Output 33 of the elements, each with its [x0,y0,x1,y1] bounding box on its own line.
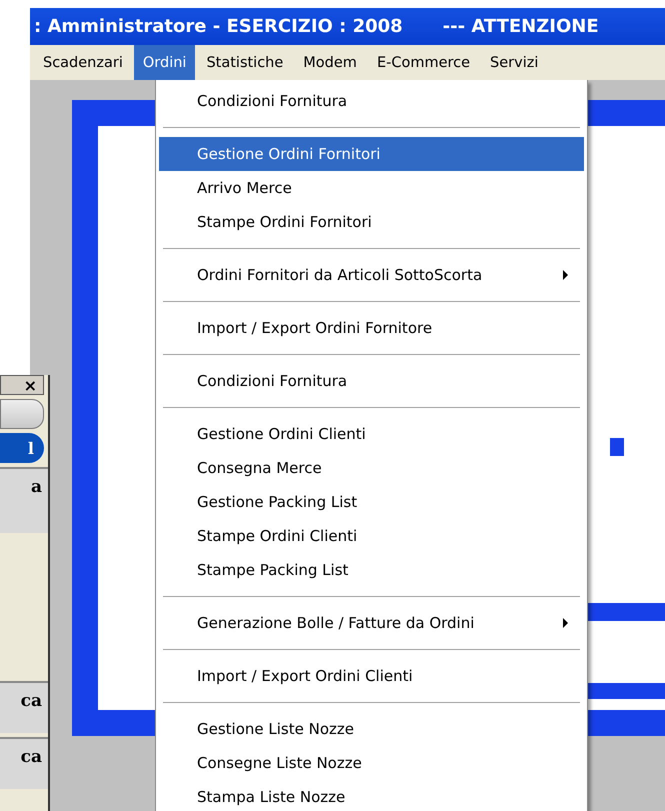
menu-option[interactable]: Stampa Liste Nozze [159,780,584,811]
side-button[interactable] [0,399,44,429]
side-row: ca [0,681,48,733]
menu-option[interactable]: Condizioni Fornitura [159,364,584,398]
side-row: ca [0,737,48,789]
menu-item[interactable]: Scadenzari [34,45,132,80]
menu-option[interactable]: Import / Export Ordini Clienti [159,659,584,693]
title-notice: --- ATTENZIONE [442,16,599,37]
submenu-arrow-icon [563,270,568,280]
submenu-arrow-icon [563,618,568,628]
menu-option[interactable]: Gestione Packing List [159,485,584,519]
menu-option[interactable]: Arrivo Merce [159,171,584,205]
side-tab[interactable]: l [0,433,44,463]
side-row: a [0,467,48,533]
menu-item[interactable]: E-Commerce [368,45,480,80]
menu-option[interactable]: Stampe Packing List [159,553,584,587]
menu-option[interactable]: Condizioni Fornitura [159,84,584,118]
menu-item[interactable]: Modem [294,45,366,80]
menu-item[interactable]: Servizi [481,45,548,80]
menu-option[interactable]: Gestione Liste Nozze [159,712,584,746]
menu-item[interactable]: Statistiche [197,45,292,80]
window-title: : Amministratore - ESERCIZIO : 2008 [34,16,403,37]
menu-option[interactable]: Gestione Ordini Fornitori [159,137,584,171]
menu-option[interactable]: Consegna Merce [159,451,584,485]
menu-option[interactable]: Consegne Liste Nozze [159,746,584,780]
menu-option[interactable]: Ordini Fornitori da Articoli SottoScorta [159,258,584,292]
menu-option[interactable]: Gestione Ordini Clienti [159,417,584,451]
menu-option[interactable]: Stampe Ordini Clienti [159,519,584,553]
menu-item[interactable]: Ordini [134,45,196,80]
close-button[interactable]: × [0,375,44,395]
menu-option[interactable]: Import / Export Ordini Fornitore [159,311,584,345]
menu-option[interactable]: Stampe Ordini Fornitori [159,205,584,239]
menu-option[interactable]: Generazione Bolle / Fatture da Ordini [159,606,584,640]
